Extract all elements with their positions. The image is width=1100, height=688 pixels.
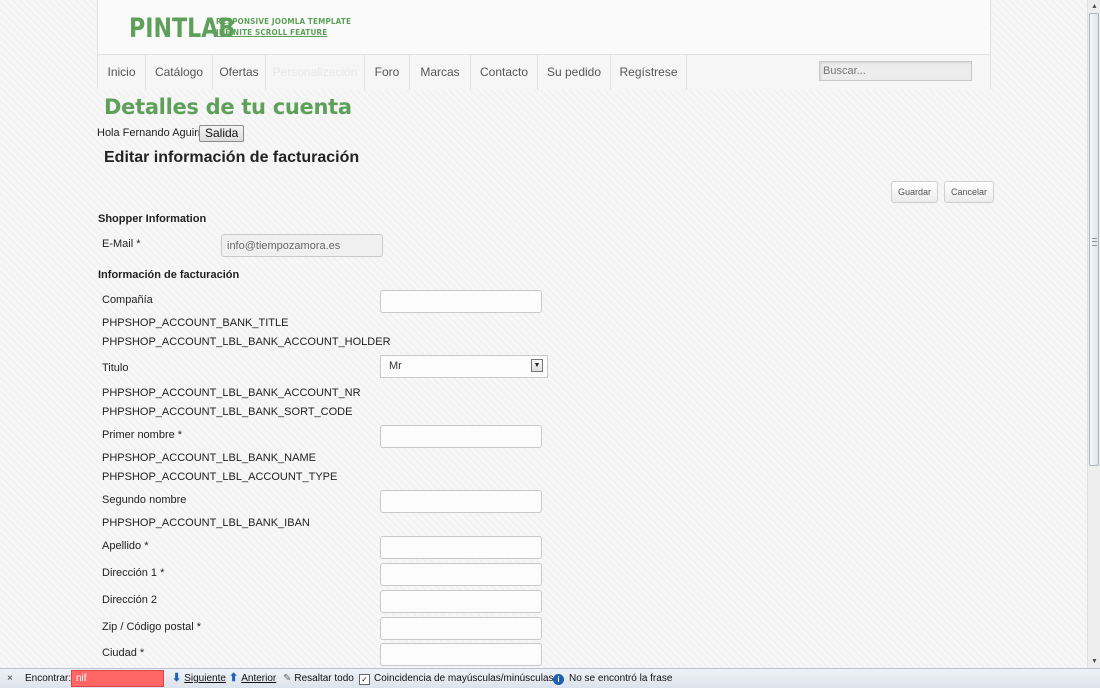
zip-field[interactable] <box>380 617 542 640</box>
scroll-up-icon[interactable]: ▲ <box>1089 1 1100 12</box>
highlighter-icon: ✎ <box>283 673 292 684</box>
bank-iban-label: PHPSHOP_ACCOUNT_LBL_BANK_IBAN <box>102 517 310 529</box>
vertical-scrollbar[interactable]: ▲ ▼ <box>1087 0 1100 668</box>
city-field[interactable] <box>380 643 542 666</box>
bank-name-label: PHPSHOP_ACCOUNT_LBL_BANK_NAME <box>102 452 316 464</box>
info-icon: i <box>553 674 564 685</box>
city-label: Ciudad * <box>102 647 145 659</box>
find-bar: × Encontrar: ⬇Siguiente ⬆Anterior ✎Resal… <box>0 668 1100 688</box>
first-name-label: Primer nombre * <box>102 429 183 441</box>
nav-item-registrese[interactable]: Regístrese <box>611 55 687 90</box>
search-input[interactable] <box>819 61 972 81</box>
site-container: PINTLAB RESPONSIVE JOOMLA TEMPLATE INFIN… <box>97 0 995 668</box>
middle-name-label: Segundo nombre <box>102 494 187 506</box>
company-label: Compañía <box>102 294 153 306</box>
logout-button[interactable]: Salida <box>199 125 245 142</box>
page-title: Detalles de tu cuenta <box>104 95 352 119</box>
address1-label: Dirección 1 * <box>102 567 165 579</box>
address1-field[interactable] <box>380 563 542 586</box>
close-icon[interactable]: × <box>7 669 13 688</box>
middle-name-field[interactable] <box>380 490 542 513</box>
save-button[interactable]: Guardar <box>891 181 939 203</box>
nav-item-personalizacion[interactable]: Personalización <box>266 55 365 90</box>
find-previous-label: Anterior <box>241 673 277 684</box>
find-label: Encontrar: <box>25 673 72 684</box>
company-field[interactable] <box>380 290 542 313</box>
last-name-field[interactable] <box>380 536 542 559</box>
email-field[interactable] <box>221 234 383 257</box>
last-name-label: Apellido * <box>102 540 149 552</box>
scroll-grip-icon <box>1092 238 1097 246</box>
nav-item-su-pedido[interactable]: Su pedido <box>538 55 611 90</box>
account-type-label: PHPSHOP_ACCOUNT_LBL_ACCOUNT_TYPE <box>102 471 338 483</box>
highlight-all-label: Resaltar todo <box>294 673 354 684</box>
find-previous-button[interactable]: ⬆ Anterior <box>229 669 276 688</box>
find-status-text: No se encontró la frase <box>569 673 673 684</box>
find-input[interactable] <box>71 670 164 687</box>
scroll-thumb[interactable] <box>1089 13 1099 466</box>
main-nav: Inicio Catálogo Ofertas Personalización … <box>98 54 990 90</box>
scroll-down-icon[interactable]: ▼ <box>1089 656 1100 667</box>
logo-tagline: RESPONSIVE JOOMLA TEMPLATE <box>216 17 352 26</box>
bank-title-label: PHPSHOP_ACCOUNT_BANK_TITLE <box>102 317 289 329</box>
email-label: E-Mail * <box>102 238 141 250</box>
title-select-value: Mr <box>389 360 402 372</box>
dropdown-arrow-icon[interactable]: ▼ <box>531 359 543 372</box>
match-case-checkbox[interactable]: ✓ Coincidencia de mayúsculas/minúsculas <box>359 669 554 688</box>
page-viewport: PINTLAB RESPONSIVE JOOMLA TEMPLATE INFIN… <box>0 0 1087 668</box>
first-name-field[interactable] <box>380 425 542 448</box>
nav-item-foro[interactable]: Foro <box>365 55 410 90</box>
nav-item-catalogo[interactable]: Catálogo <box>146 55 213 90</box>
zip-label: Zip / Código postal * <box>102 621 202 633</box>
cancel-button[interactable]: Cancelar <box>944 181 995 203</box>
address2-field[interactable] <box>380 590 542 613</box>
bank-sort-label: PHPSHOP_ACCOUNT_LBL_BANK_SORT_CODE <box>102 406 353 418</box>
billing-info-heading: Información de facturación <box>98 269 240 281</box>
nav-item-ofertas[interactable]: Ofertas <box>213 55 266 90</box>
arrow-down-icon: ⬇ <box>172 672 182 684</box>
nav-item-marcas[interactable]: Marcas <box>410 55 471 90</box>
arrow-up-icon: ⬆ <box>229 672 239 684</box>
logo-tagline-feature: INFINITE SCROLL FEATURE <box>216 28 328 37</box>
nav-item-contacto[interactable]: Contacto <box>471 55 538 90</box>
site-header: PINTLAB RESPONSIVE JOOMLA TEMPLATE INFIN… <box>97 0 991 90</box>
highlight-all-button[interactable]: ✎ Resaltar todo <box>283 669 354 688</box>
shopper-info-heading: Shopper Information <box>98 213 207 225</box>
title-label: Titulo <box>102 362 129 374</box>
nav-item-inicio[interactable]: Inicio <box>98 55 146 90</box>
checkbox-checked-icon[interactable]: ✓ <box>359 674 370 685</box>
section-title: Editar información de facturación <box>104 149 360 166</box>
title-select[interactable]: Mr ▼ <box>380 355 548 378</box>
bank-holder-label: PHPSHOP_ACCOUNT_LBL_BANK_ACCOUNT_HOLDER <box>102 336 391 348</box>
greeting-text: Hola Fernando Aguirre <box>97 127 208 139</box>
find-next-label: Siguiente <box>184 673 226 684</box>
find-status: i No se encontró la frase <box>553 669 672 688</box>
bank-nr-label: PHPSHOP_ACCOUNT_LBL_BANK_ACCOUNT_NR <box>102 387 361 399</box>
match-case-label: Coincidencia de mayúsculas/minúsculas <box>374 673 554 684</box>
address2-label: Dirección 2 <box>102 594 158 606</box>
find-next-button[interactable]: ⬇ Siguiente <box>172 669 226 688</box>
